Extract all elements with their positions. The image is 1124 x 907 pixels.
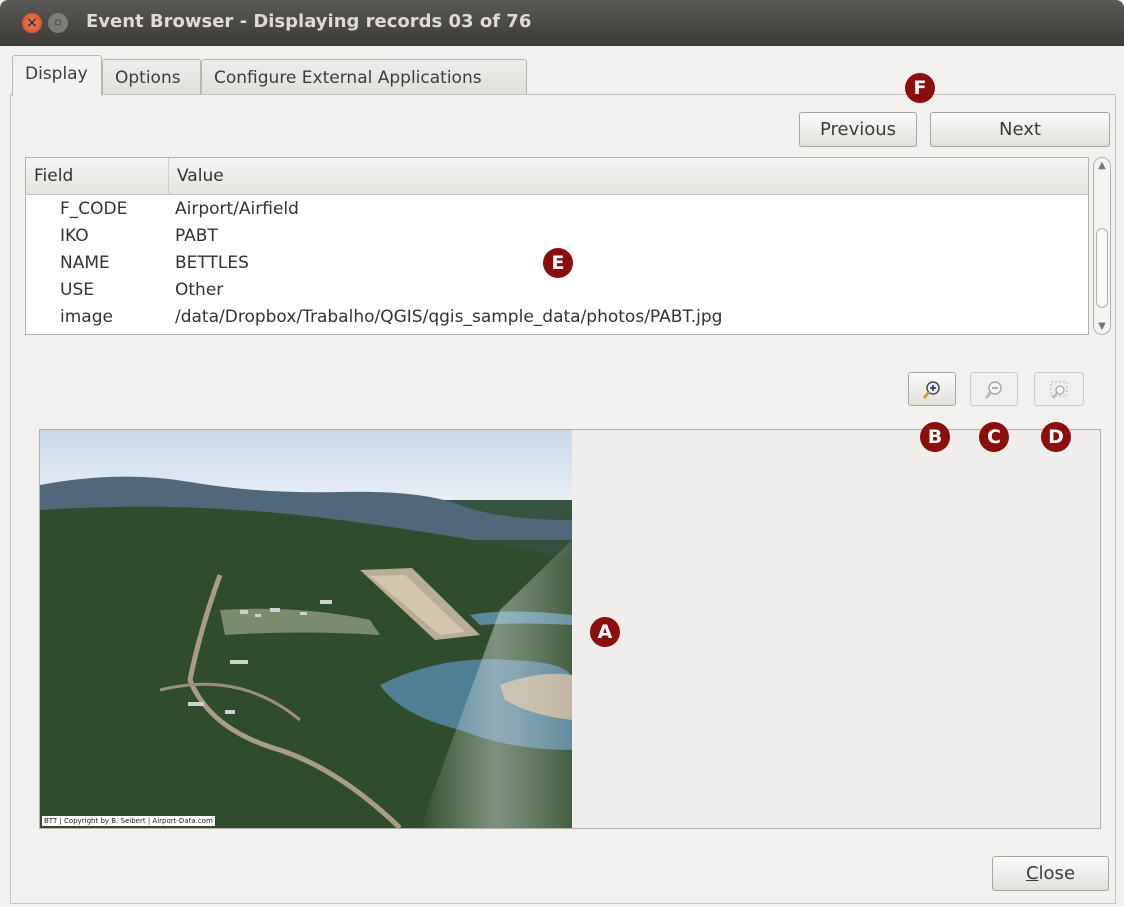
zoom-in-button[interactable] — [908, 372, 956, 406]
tab-options[interactable]: Options — [102, 59, 201, 95]
window-close-icon[interactable]: × — [22, 13, 42, 33]
value-cell: BETTLES — [175, 253, 249, 273]
title-bar: × ▫ Event Browser - Displaying records 0… — [0, 0, 1124, 46]
close-mnemonic: C — [1025, 863, 1039, 884]
close-label: lose — [1038, 863, 1076, 884]
window-maximize-icon[interactable]: ▫ — [48, 13, 68, 33]
tab-configure-external-applications[interactable]: Configure External Applications — [201, 59, 527, 95]
tab-display[interactable]: Display — [12, 55, 102, 96]
field-cell: IKO — [60, 226, 89, 246]
display-tab-pane: Previous Next Field Value F_CODE Airport… — [10, 94, 1116, 904]
marker-a: A — [590, 617, 620, 647]
field-cell: image — [60, 307, 113, 327]
table-vertical-scrollbar[interactable]: ▲ ▼ — [1093, 157, 1111, 335]
zoom-to-fit-button[interactable] — [1034, 372, 1084, 406]
zoom-in-icon — [922, 381, 940, 399]
value-cell: Airport/Airfield — [175, 199, 299, 219]
field-cell: NAME — [60, 253, 110, 273]
zoom-out-icon — [984, 381, 1002, 399]
value-cell: Other — [175, 280, 224, 300]
field-cell: F_CODE — [60, 199, 128, 219]
value-cell: PABT — [175, 226, 218, 246]
column-header-field[interactable]: Field — [26, 158, 169, 194]
close-button[interactable]: Close — [992, 856, 1109, 891]
marker-d: D — [1041, 422, 1071, 452]
zoom-fit-icon — [1050, 381, 1068, 399]
next-button[interactable]: Next — [930, 112, 1110, 147]
marker-c: C — [979, 422, 1009, 452]
scroll-down-icon[interactable]: ▼ — [1094, 321, 1110, 332]
zoom-out-button[interactable] — [970, 372, 1018, 406]
marker-b: B — [920, 422, 950, 452]
marker-e: E — [543, 248, 573, 278]
scroll-up-icon[interactable]: ▲ — [1094, 160, 1110, 171]
window-title: Event Browser - Displaying records 03 of… — [86, 11, 532, 32]
event-browser-window: × ▫ Event Browser - Displaying records 0… — [0, 0, 1124, 907]
table-header: Field Value — [26, 158, 1088, 195]
table-row[interactable]: F_CODE Airport/Airfield — [26, 196, 1088, 223]
event-photo: BTT | Copyright by B. Seibert | Airport-… — [40, 430, 572, 828]
table-row[interactable]: USE Other — [26, 277, 1088, 304]
scrollbar-thumb[interactable] — [1096, 228, 1108, 308]
aerial-photo-image — [40, 430, 572, 828]
previous-button[interactable]: Previous — [799, 112, 917, 147]
field-cell: USE — [60, 280, 94, 300]
photo-copyright-caption: BTT | Copyright by B. Seibert | Airport-… — [42, 816, 215, 826]
value-cell: /data/Dropbox/Trabalho/QGIS/qgis_sample_… — [175, 307, 723, 327]
table-row[interactable]: image /data/Dropbox/Trabalho/QGIS/qgis_s… — [26, 304, 1088, 331]
image-viewer[interactable]: BTT | Copyright by B. Seibert | Airport-… — [39, 429, 1101, 829]
marker-f: F — [905, 73, 935, 103]
attribute-table: Field Value F_CODE Airport/Airfield IKO … — [25, 157, 1089, 335]
column-header-value[interactable]: Value — [169, 158, 1088, 194]
table-row[interactable]: IKO PABT — [26, 223, 1088, 250]
